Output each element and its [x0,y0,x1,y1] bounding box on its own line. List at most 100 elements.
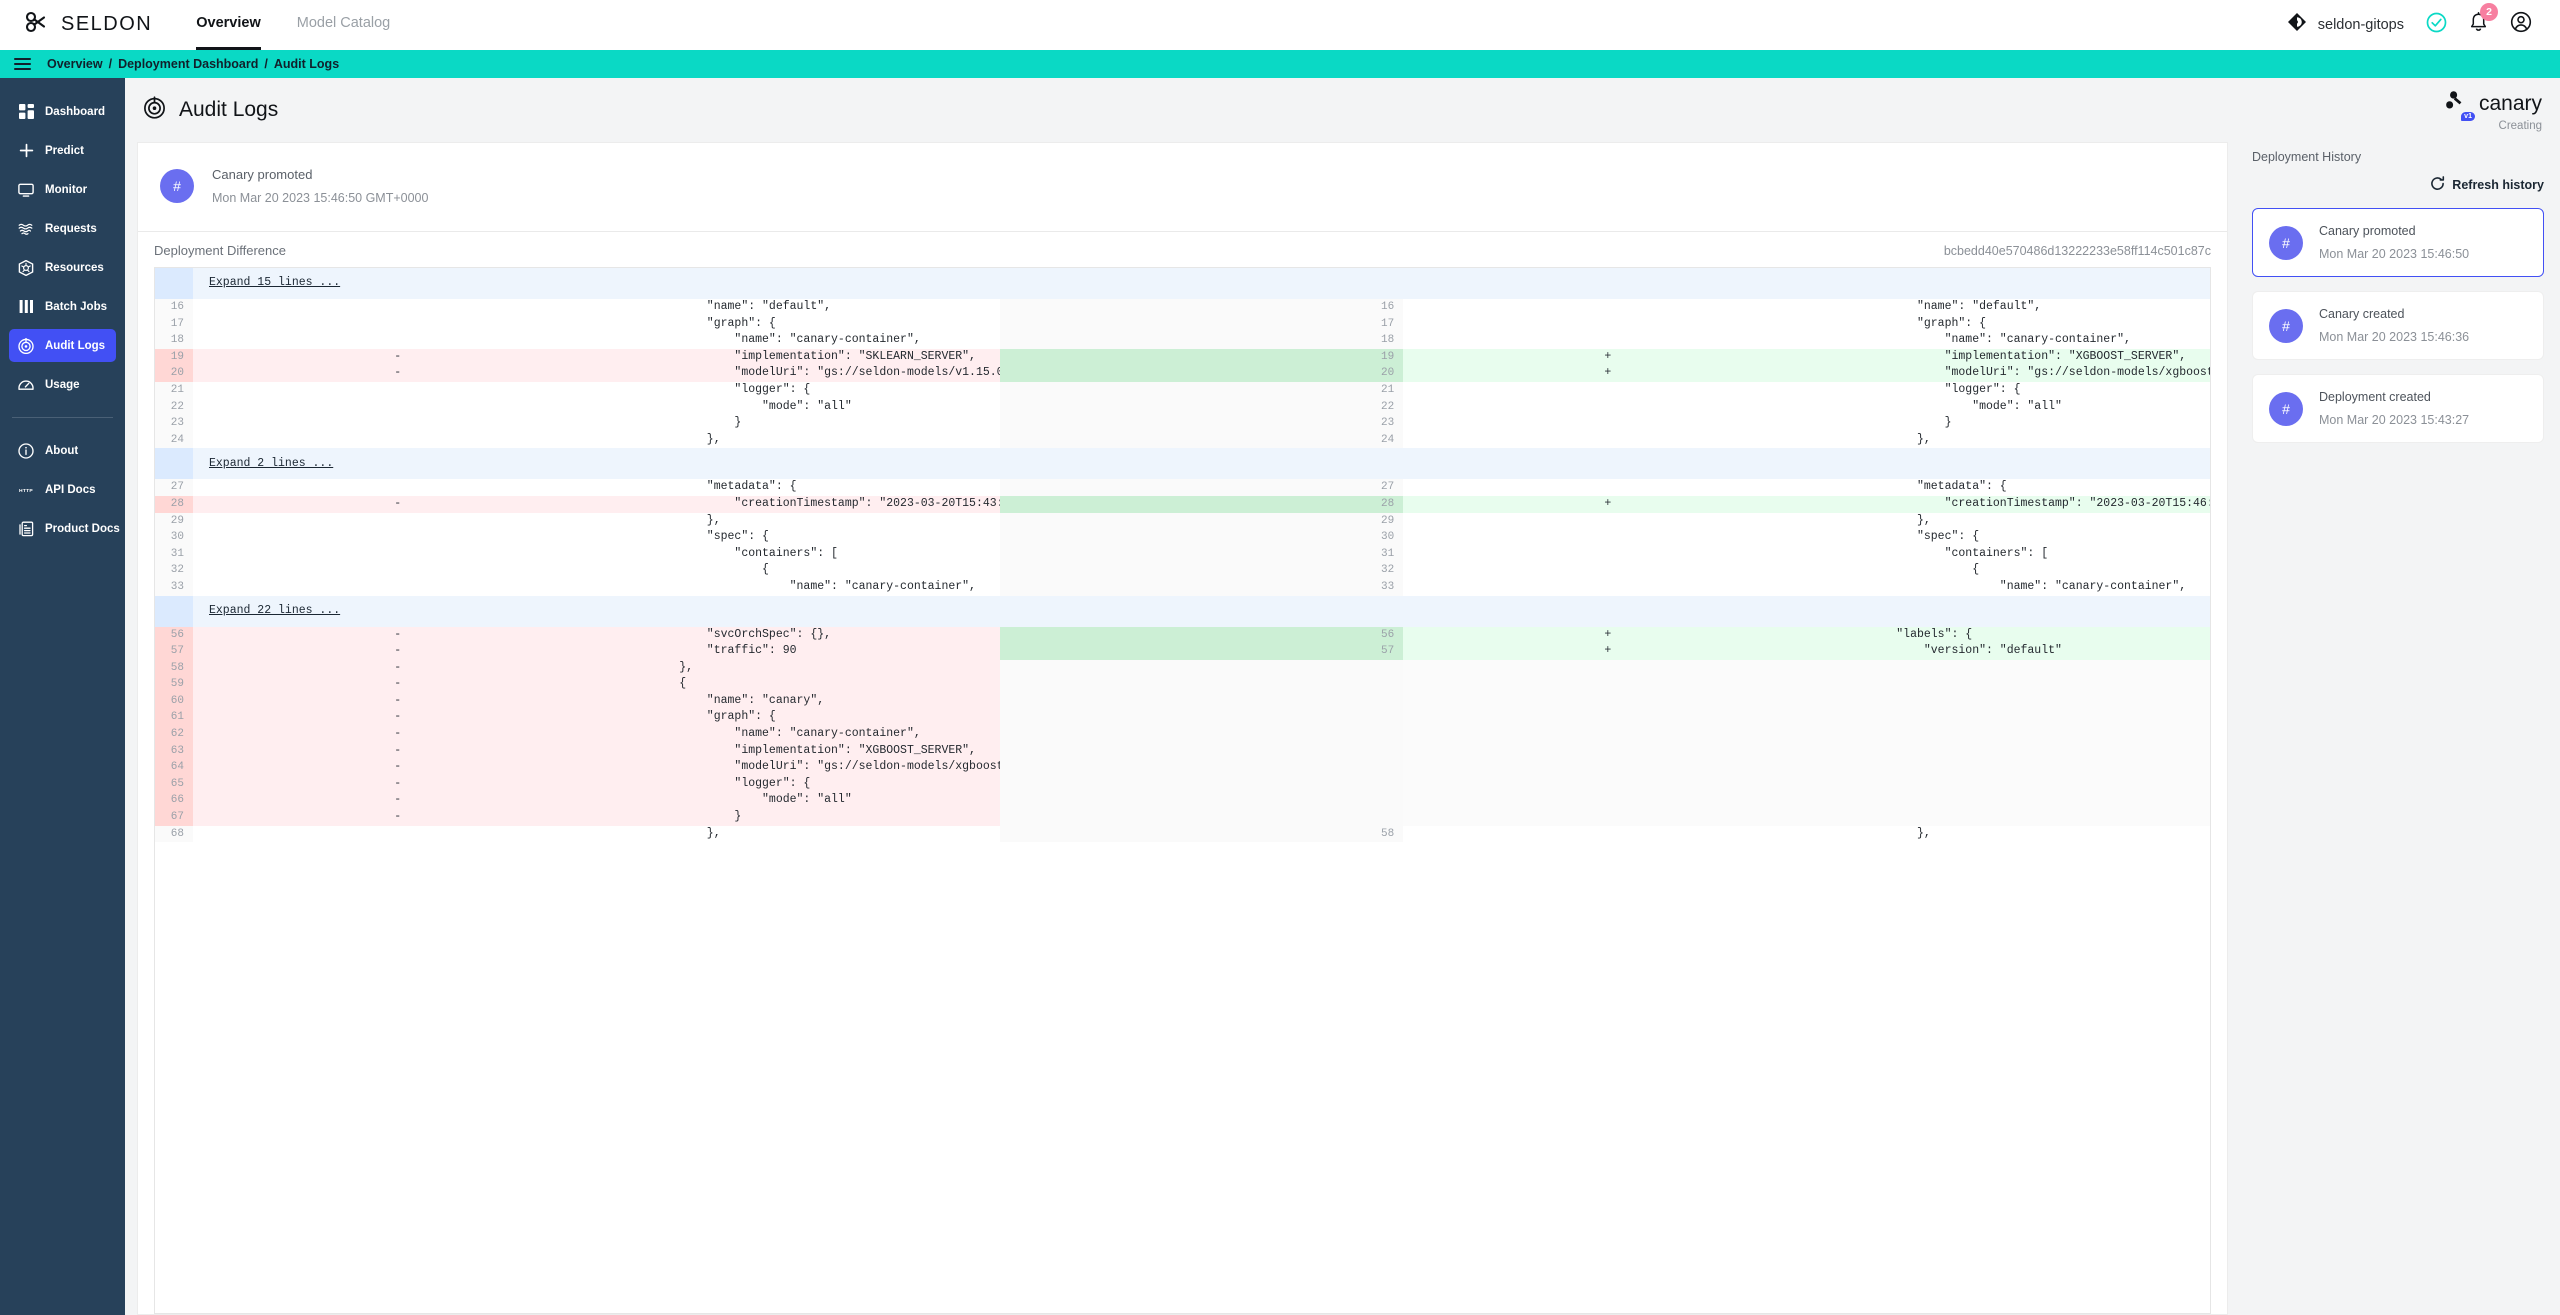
history-list: # Canary promoted Mon Mar 20 2023 15:46:50… [2252,208,2544,443]
audit-log-card: # Canary promoted Mon Mar 20 2023 15:46:… [137,142,2228,1315]
diff-line-number-left: 65 [155,775,193,793]
tab-model-catalog[interactable]: Model Catalog [297,0,391,50]
diff-marker-left [193,529,597,546]
diff-code-left: "modelUri": "gs://seldon-models/v1.15.0/… [596,365,1000,382]
diff-row: Expand 22 lines ... [155,595,2210,627]
diff-code-right [1806,709,2210,727]
diff-marker-left: - [193,676,597,693]
expand-lines-link[interactable]: Expand 2 lines ... [193,457,333,470]
diff-code-left: "modelUri": "gs://seldon-models/xgboost/… [596,759,1000,776]
diff-row: Expand 2 lines ... [155,448,2210,480]
diff-line-number-right [999,709,1404,727]
sidebar-item-api-docs[interactable]: HTTP API Docs [9,473,116,506]
notifications-button[interactable]: 2 [2469,2,2498,38]
breadcrumb-item-overview[interactable]: Overview [47,57,103,71]
brand-name: SELDON [61,13,153,35]
info-circle-icon [18,442,34,459]
deployment-difference-label: Deployment Difference [154,243,286,258]
breadcrumb-item-audit-logs[interactable]: Audit Logs [274,57,339,71]
kubernetes-icon [18,259,34,276]
sidebar-item-requests[interactable]: Requests [9,212,116,245]
sidebar-item-usage[interactable]: Usage [9,368,116,401]
diff-code-right: "logger": { [1806,381,2210,399]
event-header: # Canary promoted Mon Mar 20 2023 15:46:… [138,143,2227,231]
sidebar-item-audit-logs[interactable]: Audit Logs [9,329,116,362]
diff-code-right: "creationTimestamp": "2023-03-20T15:46:3… [1806,495,2210,513]
diff-line-number-left: 58 [155,659,193,677]
diff-marker-right [1403,809,1807,826]
expand-lines-link[interactable]: Expand 22 lines ... [193,604,340,617]
hamburger-menu-icon[interactable] [14,58,31,70]
notification-count-badge: 2 [2480,2,2498,21]
diff-code-left: "name": "canary-container", [596,332,1000,349]
history-card[interactable]: # Deployment created Mon Mar 20 2023 15:43… [2252,374,2544,443]
diff-row: 60- "name": "canary", [155,692,2210,710]
tab-overview[interactable]: Overview [196,0,261,50]
top-bar-right: seldon-gitops 2 [2287,2,2532,38]
diff-line-number-left: 18 [155,332,193,349]
diff-row: 30 "spec": {30 "spec": { [155,529,2210,546]
diff-code-left: { [596,676,1000,693]
brand[interactable]: SELDON [24,11,152,38]
diff-code-right: "implementation": "XGBOOST_SERVER", [1806,348,2210,366]
sidebar-item-predict[interactable]: Predict [9,134,116,167]
sidebar-item-dashboard[interactable]: Dashboard [9,95,116,128]
diff-line-number-right: 19 [999,348,1404,366]
diff-code-left: "traffic": 90 [596,643,1000,660]
diff-line-number-left: 56 [155,626,193,644]
diff-row: 18 "name": "canary-container", 18 "name":… [155,332,2210,349]
breadcrumb-item-deployment-dashboard[interactable]: Deployment Dashboard [118,57,258,71]
sidebar-item-monitor[interactable]: Monitor [9,173,116,206]
diff-marker-left: - [193,659,597,677]
deployment-summary: v1 canary Creating [2252,90,2544,136]
diff-code-right [1806,809,2210,826]
diff-marker-left: - [193,775,597,793]
diff-code-left: }, [596,431,1000,449]
diff-marker-left: - [193,709,597,727]
refresh-history-button[interactable]: Refresh history [2430,176,2544,194]
diff-marker-left [193,512,597,530]
gitops-indicator[interactable]: seldon-gitops [2287,12,2404,37]
diff-code-left: "mode": "all" [596,792,1000,810]
diff-expand-cell: Expand 15 lines ... [193,268,2210,299]
diff-code-right: "containers": [ [1806,545,2210,563]
diff-code-right: "name": "canary-container", [1806,578,2210,596]
diff-marker-right: + [1403,495,1807,513]
sidebar: Dashboard Predict Monitor Requests Resou… [0,78,125,1315]
diff-line-number-right: 18 [999,332,1404,349]
diff-line-number-left: 61 [155,709,193,727]
user-circle-icon[interactable] [2510,11,2532,38]
diff-line-number-left: 22 [155,398,193,416]
sidebar-item-resources[interactable]: Resources [9,251,116,284]
diff-code-right [1806,659,2210,677]
history-card[interactable]: # Canary promoted Mon Mar 20 2023 15:46:50 [2252,208,2544,277]
diff-line-number-left: 68 [155,825,193,843]
sidebar-item-batch-jobs[interactable]: Batch Jobs [9,290,116,323]
history-card-timestamp: Mon Mar 20 2023 15:46:50 [2319,247,2470,261]
diff-line-number-left: 30 [155,529,193,546]
expand-lines-link[interactable]: Expand 15 lines ... [193,276,340,289]
diff-scroll-container[interactable]: Expand 15 lines ... 16 "name": "default",… [154,267,2211,1314]
monitor-screen-icon [18,182,34,198]
diff-line-number-left: 29 [155,512,193,530]
diff-line-number-left: 66 [155,792,193,810]
diff-row: 66- "mode": "all" [155,792,2210,810]
diff-marker-left: - [193,726,597,743]
diff-line-number-right: 20 [999,365,1404,382]
diff-row: 16 "name": "default", 16 "name": "default… [155,299,2210,316]
diff-marker-right: + [1403,643,1807,660]
diff-code-left: { [596,562,1000,579]
diff-line-number-right: 23 [999,415,1404,432]
check-circle-icon[interactable] [2426,12,2447,38]
diff-row: 62- "name": "canary-container", [155,726,2210,743]
diff-marker-left [193,431,597,449]
sidebar-item-about[interactable]: About [9,434,116,467]
diff-marker-left [193,398,597,416]
history-card[interactable]: # Canary created Mon Mar 20 2023 15:46:36 [2252,291,2544,360]
sidebar-item-label: Monitor [45,183,88,196]
sidebar-item-product-docs[interactable]: Product Docs [9,512,120,545]
hash-avatar: # [2269,391,2303,426]
diff-row: 63- "implementation": "XGBOOST_SERVER", [155,742,2210,760]
diff-marker-right [1403,529,1807,546]
diff-line-number-right: 21 [999,381,1404,399]
